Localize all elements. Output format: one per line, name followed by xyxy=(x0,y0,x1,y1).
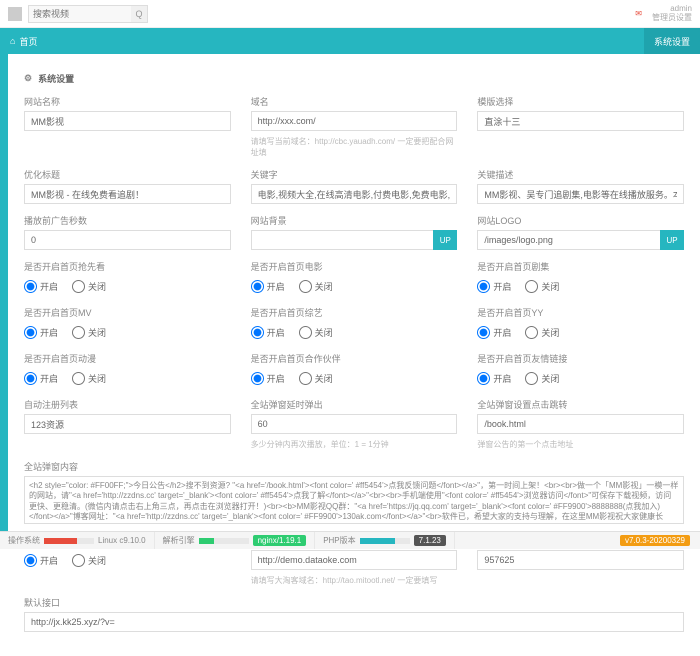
input-popup-delay[interactable] xyxy=(251,414,458,434)
input-popup-page[interactable] xyxy=(477,414,684,434)
label-home-tv: 是否开启首页剧集 xyxy=(477,260,684,273)
radio-friend-on[interactable]: 开启 xyxy=(477,372,511,385)
topbar: Q ✉ admin 管理员设置 xyxy=(0,0,700,28)
footer-version: v7.0.3-20200329 xyxy=(620,535,690,546)
label-home-anime: 是否开启首页动漫 xyxy=(24,352,231,365)
left-rail xyxy=(0,54,8,531)
section-title: 系统设置 xyxy=(38,72,74,85)
footer-os: Linux c9.10.0 xyxy=(98,536,146,545)
radio-tv-off[interactable]: 关闭 xyxy=(525,280,559,293)
label-site-logo: 网站LOGO xyxy=(477,214,684,227)
upload-bg-button[interactable]: UP xyxy=(433,230,457,250)
radio-variety-off[interactable]: 关闭 xyxy=(299,326,333,339)
label-auto-list: 自动注册列表 xyxy=(24,398,231,411)
radio-dtk-off[interactable]: 关闭 xyxy=(72,554,106,567)
upload-logo-button[interactable]: UP xyxy=(660,230,684,250)
label-popup-page: 全站弹窗设置点击跳转 xyxy=(477,398,684,411)
search-box: Q xyxy=(28,5,148,23)
label-description: 关键描述 xyxy=(477,168,684,181)
search-input[interactable] xyxy=(28,5,148,23)
label-template: 模版选择 xyxy=(477,95,684,108)
apps-icon[interactable] xyxy=(8,7,22,21)
input-description[interactable] xyxy=(477,184,684,204)
footer-parse-label: 解析引擎 xyxy=(163,535,195,546)
label-home-movie: 是否开启首页电影 xyxy=(251,260,458,273)
footer-php: 7.1.23 xyxy=(414,535,446,546)
input-keywords[interactable] xyxy=(251,184,458,204)
label-popup-delay: 全站弹窗延时弹出 xyxy=(251,398,458,411)
input-site-name[interactable] xyxy=(24,111,231,131)
input-site-logo[interactable] xyxy=(477,230,684,250)
radio-anime-on[interactable]: 开启 xyxy=(24,372,58,385)
label-home-friend: 是否开启首页友情链接 xyxy=(477,352,684,365)
radio-mv-on[interactable]: 开启 xyxy=(24,326,58,339)
radio-movie-off[interactable]: 关闭 xyxy=(299,280,333,293)
label-home-mv: 是否开启首页MV xyxy=(24,306,231,319)
section-head: ⚙ 系统设置 xyxy=(24,66,684,95)
textarea-popup-content[interactable]: <h2 style="color: #FF00FF;">今日公告</h2>搜不到… xyxy=(24,476,684,524)
user-info[interactable]: admin 管理员设置 xyxy=(652,5,692,23)
radio-dtk-on[interactable]: 开启 xyxy=(24,554,58,567)
label-ad-sec: 播放前广告秒数 xyxy=(24,214,231,227)
label-home-snap: 是否开启首页抢先看 xyxy=(24,260,231,273)
radio-tv-on[interactable]: 开启 xyxy=(477,280,511,293)
label-home-variety: 是否开启首页综艺 xyxy=(251,306,458,319)
label-domain: 域名 xyxy=(251,95,458,108)
radio-snap-off[interactable]: 关闭 xyxy=(72,280,106,293)
nav-bar: ⌂ 首页 系统设置 xyxy=(0,28,700,54)
home-icon[interactable]: ⌂ xyxy=(10,36,15,46)
radio-yy-off[interactable]: 关闭 xyxy=(525,326,559,339)
label-site-bg: 网站背景 xyxy=(251,214,458,227)
hint-popup-page: 弹窗公告的第一个点击地址 xyxy=(477,439,684,450)
hint-popup-delay: 多少分钟内再次播放，单位：1 = 1分钟 xyxy=(251,439,458,450)
label-home-partner: 是否开启首页合作伙伴 xyxy=(251,352,458,365)
radio-partner-on[interactable]: 开启 xyxy=(251,372,285,385)
search-button[interactable]: Q xyxy=(131,6,147,22)
radio-friend-off[interactable]: 关闭 xyxy=(525,372,559,385)
hint-dtk-domain: 请填写大淘客域名：http://tao.mitootl.net/ 一定要填写 xyxy=(251,575,458,586)
label-seo-title: 优化标题 xyxy=(24,168,231,181)
label-keywords: 关键字 xyxy=(251,168,458,181)
user-role: 管理员设置 xyxy=(652,14,692,23)
input-site-bg[interactable] xyxy=(251,230,458,250)
footer-os-label: 操作系统 xyxy=(8,535,40,546)
input-dtk-domain[interactable] xyxy=(251,550,458,570)
input-template[interactable] xyxy=(477,111,684,131)
radio-partner-off[interactable]: 关闭 xyxy=(299,372,333,385)
page-title-tab: 系统设置 xyxy=(644,28,700,54)
radio-movie-on[interactable]: 开启 xyxy=(251,280,285,293)
gear-icon: ⚙ xyxy=(24,73,32,84)
footer-php-label: PHP版本 xyxy=(323,535,355,546)
radio-yy-on[interactable]: 开启 xyxy=(477,326,511,339)
input-seo-title[interactable] xyxy=(24,184,231,204)
mail-icon[interactable]: ✉ xyxy=(635,9,642,18)
input-default-api[interactable] xyxy=(24,612,684,632)
input-dtk-id[interactable] xyxy=(477,550,684,570)
footer-parse: nginx/1.19.1 xyxy=(253,535,307,546)
label-default-api: 默认接口 xyxy=(24,596,684,609)
label-popup-content: 全站弹窗内容 xyxy=(24,460,684,473)
radio-snap-on[interactable]: 开启 xyxy=(24,280,58,293)
input-domain[interactable] xyxy=(251,111,458,131)
input-auto-list[interactable] xyxy=(24,414,231,434)
footer: 操作系统 Linux c9.10.0 解析引擎 nginx/1.19.1 PHP版本… xyxy=(0,531,700,549)
radio-anime-off[interactable]: 关闭 xyxy=(72,372,106,385)
radio-variety-on[interactable]: 开启 xyxy=(251,326,285,339)
label-site-name: 网站名称 xyxy=(24,95,231,108)
input-ad-sec[interactable] xyxy=(24,230,231,250)
nav-home[interactable]: 首页 xyxy=(19,35,37,48)
radio-mv-off[interactable]: 关闭 xyxy=(72,326,106,339)
label-home-yy: 是否开启首页YY xyxy=(477,306,684,319)
hint-domain: 请填写当前域名：http://cbc.yauadh.com/ 一定要把配合网址填 xyxy=(251,136,458,158)
